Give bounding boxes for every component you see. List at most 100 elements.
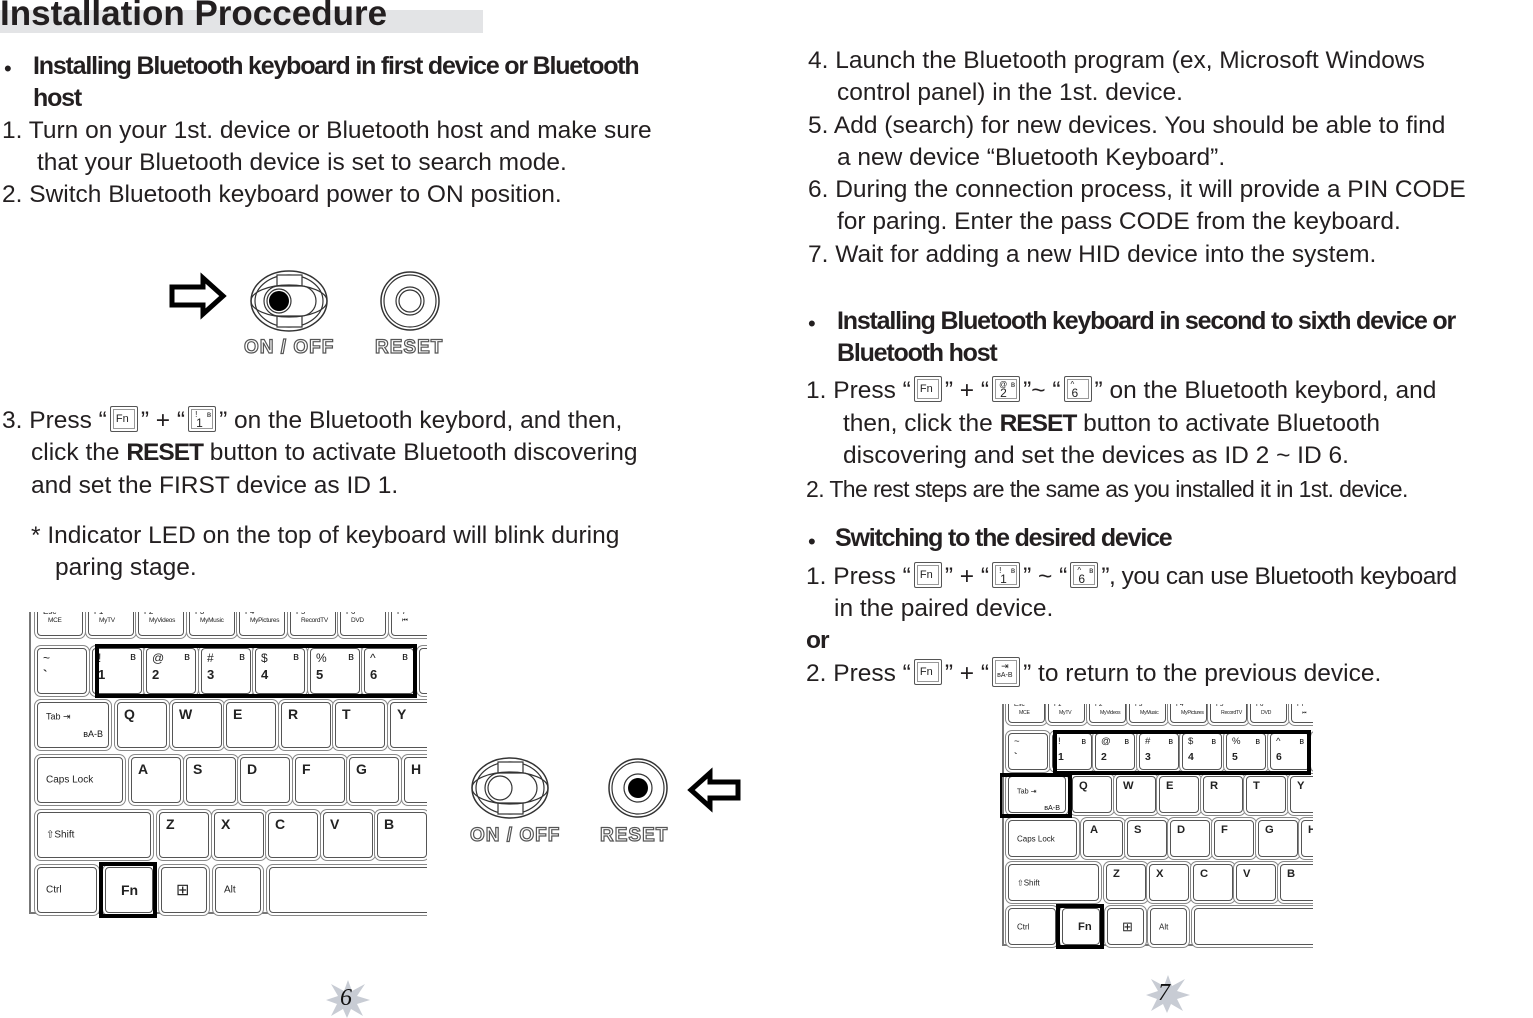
- function-key: F5RecordTV: [1210, 704, 1247, 723]
- note-line2: paring stage.: [55, 554, 197, 581]
- sec3-step-1-line1: 1. Press “Fn” + “! ʙ 1” ~ “^ ʙ 6”, you can u…: [806, 561, 1457, 590]
- caps-lock-key: Caps Lock: [1008, 820, 1077, 857]
- ctrl-key: Ctrl: [37, 867, 97, 913]
- highlight-number-keys: [1053, 730, 1311, 775]
- function-key: F7⏮: [1291, 704, 1313, 723]
- number-key: [419, 648, 427, 694]
- bullet-icon: •: [808, 529, 816, 554]
- function-key: F6DVD: [1250, 704, 1287, 723]
- fn-key-icon: Fn: [913, 658, 942, 685]
- letter-key: H: [404, 757, 427, 803]
- step-3-line2: click the RESET button to activate Bluet…: [31, 439, 638, 466]
- caps-lock-key: Caps Lock: [37, 757, 123, 803]
- space-key: [1194, 908, 1313, 945]
- shift-key: ⇧Shift: [37, 812, 151, 858]
- keyboard-diagram-left: EscMCEF1MyTVF2MyVideosF3MyMusicF4MyPictu…: [27, 612, 427, 937]
- letter-key: X: [1149, 864, 1189, 901]
- step-2: 2. Switch Bluetooth keyboard power to ON…: [2, 181, 562, 208]
- on-off-switch-icon: [250, 270, 328, 332]
- page-number-right: 7: [1158, 980, 1170, 1006]
- letter-key: W: [172, 702, 222, 748]
- step-5-line2: a new device “Bluetooth Keyboard”.: [837, 144, 1226, 171]
- letter-key: Y: [1290, 776, 1313, 813]
- bullet-icon: •: [808, 311, 816, 336]
- letter-key: F: [295, 757, 345, 803]
- step-3-line3: and set the FIRST device as ID 1.: [31, 472, 399, 499]
- reset-emphasis: RESET: [999, 410, 1078, 437]
- left-arrow-icon: [687, 767, 741, 813]
- shift-key: ⇧Shift: [1008, 864, 1099, 901]
- step-3-text: 3. Press “: [2, 407, 107, 434]
- letter-key: Z: [1106, 864, 1146, 901]
- sec2-step-2: 2. The rest steps are the same as you in…: [806, 476, 1408, 502]
- letter-key: S: [186, 757, 236, 803]
- on-off-label-bottom: ON / OFF: [469, 824, 561, 846]
- letter-key: T: [335, 702, 385, 748]
- section-heading-second-device-cont: Bluetooth host: [837, 339, 998, 367]
- number-key: ~ `: [37, 648, 87, 694]
- function-key: F1MyTV: [1048, 704, 1085, 723]
- letter-key: G: [1258, 820, 1298, 857]
- fn-key-icon: Fn: [109, 405, 138, 432]
- function-key: F3MyMusic: [189, 612, 235, 636]
- right-arrow-icon: [169, 272, 227, 320]
- fn-key-icon: Fn: [913, 375, 942, 402]
- reset-label: RESET: [374, 336, 444, 358]
- function-key: F4MyPictures: [1170, 704, 1207, 723]
- alt-key: Alt: [215, 867, 261, 913]
- note-line1: * Indicator LED on the top of keyboard w…: [31, 522, 620, 549]
- step-4-line1: 4. Launch the Bluetooth program (ex, Mic…: [808, 47, 1425, 74]
- letter-key: V: [323, 812, 373, 858]
- letter-key: D: [240, 757, 290, 803]
- or-label: or: [806, 627, 829, 654]
- bullet-icon: •: [4, 56, 12, 81]
- letter-key: H: [1301, 820, 1313, 857]
- on-off-label: ON / OFF: [243, 336, 335, 358]
- letter-key: R: [1203, 776, 1243, 813]
- letter-key: B: [377, 812, 427, 858]
- ctrl-key: Ctrl: [1008, 908, 1056, 945]
- letter-key: B: [1280, 864, 1313, 901]
- step-4-line2: control panel) in the 1st. device.: [837, 79, 1183, 106]
- letter-key: T: [1246, 776, 1286, 813]
- tab-ab-key-icon: ⇥ ʙA-B: [992, 656, 1021, 687]
- power-switch-illustration-reset: [471, 757, 741, 819]
- letter-key: D: [1170, 820, 1210, 857]
- function-key: EscMCE: [37, 612, 83, 636]
- reset-emphasis: RESET: [126, 439, 204, 466]
- on-off-switch-icon: [471, 757, 549, 819]
- step-3-suffix: ” on the Bluetooth keybord, and then,: [219, 407, 623, 434]
- letter-key: X: [214, 812, 264, 858]
- key-6-icon: ^ 6: [1063, 375, 1092, 402]
- section-heading-first-device: Installing Bluetooth keyboard in first d…: [33, 52, 640, 80]
- letter-key: W: [1116, 776, 1156, 813]
- letter-key: Q: [117, 702, 167, 748]
- reset-label-bottom: RESET: [599, 824, 669, 846]
- letter-key: S: [1127, 820, 1167, 857]
- sec3-step-1-line2: in the paired device.: [834, 595, 1054, 622]
- windows-key: ⊞: [161, 867, 207, 913]
- letter-key: V: [1236, 864, 1276, 901]
- windows-key: ⊞: [1107, 908, 1144, 945]
- key-6-icon: ^ ʙ 6: [1070, 561, 1099, 588]
- function-key: EscMCE: [1008, 704, 1045, 723]
- letter-key: F: [1214, 820, 1254, 857]
- letter-key: Y: [390, 702, 427, 748]
- function-key: F2MyVideos: [138, 612, 184, 636]
- key-1-icon: ! ʙ 1: [188, 405, 217, 432]
- reset-button-icon: [380, 271, 440, 331]
- page-number-left: 6: [340, 985, 352, 1011]
- letter-key: G: [349, 757, 399, 803]
- function-key: F6DVD: [340, 612, 386, 636]
- function-key: F2MyVideos: [1089, 704, 1126, 723]
- function-key: F7⏮: [391, 612, 427, 636]
- letter-key: Q: [1072, 776, 1112, 813]
- highlight-fn-key: [1056, 904, 1104, 949]
- section-heading-first-device-cont: host: [33, 84, 82, 112]
- step-6-line2: for paring. Enter the pass CODE from the…: [837, 208, 1401, 235]
- letter-key: R: [281, 702, 331, 748]
- sec2-step-1-line2: then, click the RESET button to activate…: [843, 410, 1381, 437]
- letter-key: E: [226, 702, 276, 748]
- fn-key-icon: Fn: [913, 561, 942, 588]
- section-heading-second-device: Installing Bluetooth keyboard in second …: [837, 307, 1456, 335]
